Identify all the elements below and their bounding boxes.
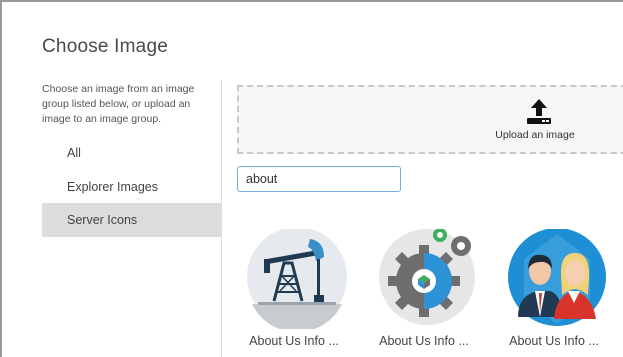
search-input[interactable] <box>237 166 401 192</box>
dialog-description: Choose an image from an image group list… <box>42 83 195 125</box>
dialog-title: Choose Image <box>42 36 168 57</box>
image-tile-oil-pump[interactable]: About Us Info ... <box>244 229 354 357</box>
oil-pump-icon <box>247 229 347 329</box>
sidebar-item-server-icons[interactable]: Server Icons <box>42 203 221 237</box>
image-tile-people[interactable]: About Us Info ... <box>504 229 614 357</box>
sidebar-item-label: All <box>67 146 81 160</box>
upload-dropzone[interactable] <box>237 85 623 154</box>
upload-label[interactable]: Upload an image <box>470 129 600 141</box>
image-tile-label: About Us Info ... <box>379 334 469 348</box>
sidebar-divider <box>221 80 222 357</box>
image-tile-label: About Us Info ... <box>249 334 339 348</box>
image-tile-gears[interactable]: About Us Info ... <box>374 229 484 357</box>
window-frame-top <box>0 0 623 2</box>
sidebar-item-label: Server Icons <box>67 213 138 227</box>
gears-icon <box>379 229 475 325</box>
window-frame-left <box>0 0 2 357</box>
sidebar-item-all[interactable]: All <box>42 136 221 170</box>
sidebar-item-label: Explorer Images <box>67 180 159 194</box>
upload-icon <box>527 99 551 124</box>
image-tile-label: About Us Info ... <box>509 334 599 348</box>
sidebar-item-explorer-images[interactable]: Explorer Images <box>42 170 221 204</box>
people-icon <box>508 229 606 326</box>
